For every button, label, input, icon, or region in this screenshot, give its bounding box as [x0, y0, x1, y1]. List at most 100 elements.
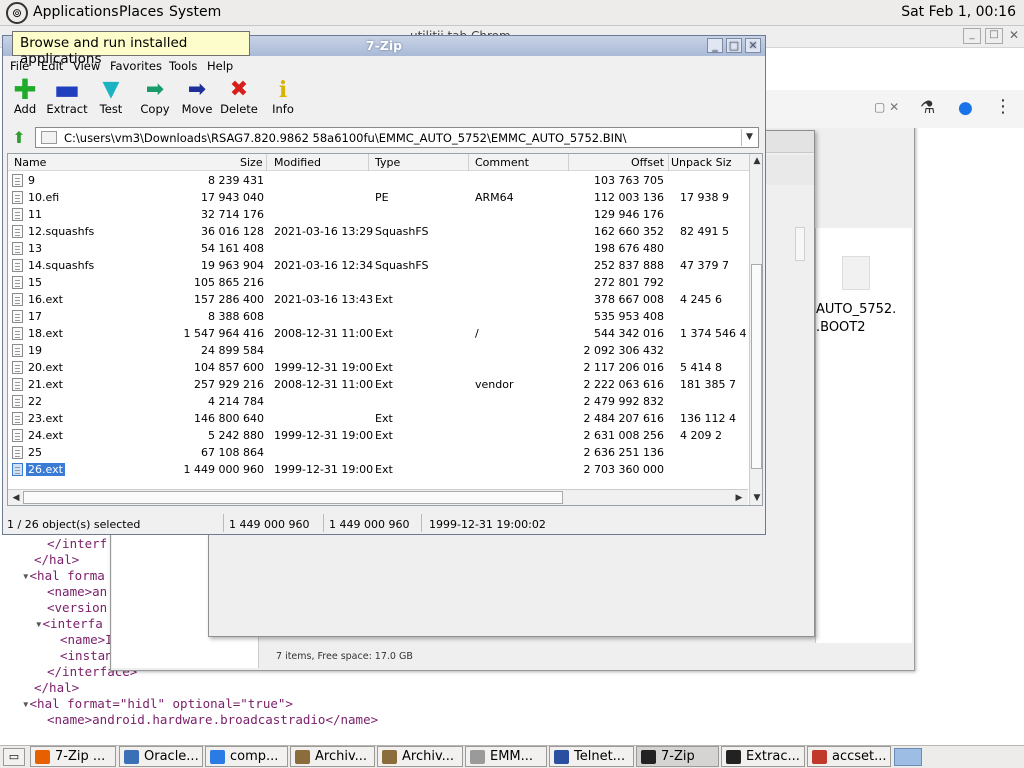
menu-favorites[interactable]: Favorites: [110, 59, 162, 73]
add-button[interactable]: ✚ Add: [3, 76, 47, 122]
horizontal-scroll-thumb[interactable]: [23, 491, 563, 504]
col-offset[interactable]: Offset: [631, 156, 664, 169]
profile-icon[interactable]: ●: [958, 98, 973, 118]
extract-button[interactable]: ▬ Extract: [45, 76, 89, 122]
taskbar-button[interactable]: EMM...: [465, 746, 547, 767]
cell-type: Ext: [375, 429, 393, 442]
cell-offset: 2 117 206 016: [583, 361, 664, 374]
cell-name: 26.ext: [26, 463, 65, 476]
table-row[interactable]: 11 32 714 176 129 946 176: [8, 206, 748, 223]
collapse-triangle-icon[interactable]: ▾: [22, 696, 30, 711]
cell-size: 104 857 600: [194, 361, 264, 374]
vertical-scroll-thumb[interactable]: [751, 264, 762, 469]
xml-text: <hal forma: [29, 568, 105, 583]
table-row[interactable]: 24.ext 5 242 880 1999-12-31 19:00 Ext 2 631 …: [8, 427, 748, 444]
show-desktop-icon[interactable]: ▭: [3, 748, 25, 766]
taskbar-button[interactable]: 7-Zip ...: [30, 746, 116, 767]
chevron-down-icon[interactable]: ▼: [741, 129, 757, 146]
table-row[interactable]: 22 4 214 784 2 479 992 832: [8, 393, 748, 410]
status-bar: 1 / 26 object(s) selected 1 449 000 960 …: [3, 512, 765, 534]
cell-name: 25: [28, 446, 42, 459]
7zip-icon: [726, 750, 741, 764]
table-row[interactable]: 26.ext 1 449 000 960 1999-12-31 19:00 Ext 2 …: [8, 461, 748, 478]
collapse-triangle-icon[interactable]: ▾: [35, 616, 43, 631]
file-label[interactable]: AUTO_5752.: [816, 302, 896, 317]
flask-icon[interactable]: ⚗: [920, 98, 935, 118]
file-list[interactable]: Name Size Modified Type Comment Offset U…: [7, 153, 763, 506]
clock[interactable]: Sat Feb 1, 00:16: [901, 4, 1016, 20]
file-label[interactable]: .BOOT2: [816, 320, 866, 335]
cell-type: Ext: [375, 378, 393, 391]
maximize-icon[interactable]: □: [726, 38, 742, 53]
col-size[interactable]: Size: [240, 156, 263, 169]
taskbar-button[interactable]: Archiv...: [290, 746, 375, 767]
path-combobox[interactable]: C:\users\vm3\Downloads\RSAG7.820.9862 58…: [35, 127, 759, 148]
taskbar-button[interactable]: Archiv...: [377, 746, 463, 767]
scroll-up-icon[interactable]: ▲: [750, 154, 762, 168]
bg-minimize-icon[interactable]: _: [963, 28, 981, 44]
taskbar-button[interactable]: Oracle...: [119, 746, 203, 767]
col-name[interactable]: Name: [14, 156, 46, 169]
table-row[interactable]: 9 8 239 431 103 763 705: [8, 172, 748, 189]
table-row[interactable]: 10.efi 17 943 040 PE ARM64 112 003 136 17 938…: [8, 189, 748, 206]
menu-applications[interactable]: Applications: [33, 4, 119, 20]
menu-places[interactable]: Places: [119, 4, 164, 20]
scroll-down-icon[interactable]: ▼: [750, 491, 762, 505]
cell-offset: 2 636 251 136: [583, 446, 664, 459]
file-icon: [12, 327, 23, 340]
xml-text: <name>I: [60, 632, 113, 647]
bg-close-icon[interactable]: ✕: [1006, 28, 1022, 44]
minimize-icon[interactable]: _: [707, 38, 723, 53]
cell-type: Ext: [375, 327, 393, 340]
menu-tools[interactable]: Tools: [169, 59, 197, 73]
col-unpack-size[interactable]: Unpack Siz: [671, 156, 731, 169]
table-row[interactable]: 17 8 388 608 535 953 408: [8, 308, 748, 325]
archive-icon: [295, 750, 310, 764]
table-row[interactable]: 25 67 108 864 2 636 251 136: [8, 444, 748, 461]
more-menu-icon[interactable]: ⋮: [994, 96, 1012, 117]
table-row[interactable]: 14.squashfs 19 963 904 2021-03-16 12:34 Squ…: [8, 257, 748, 274]
menu-help[interactable]: Help: [207, 59, 233, 73]
scroll-left-icon[interactable]: ◀: [9, 491, 23, 505]
collapse-triangle-icon[interactable]: ▾: [22, 568, 30, 583]
gnome-foot-icon[interactable]: ⊚: [6, 2, 28, 24]
cell-size: 105 865 216: [194, 276, 264, 289]
taskbar-button[interactable]: 7-Zip: [636, 746, 719, 767]
status-packed-size: 1 449 000 960: [329, 518, 410, 531]
file-icon: [12, 344, 23, 357]
table-row[interactable]: 19 24 899 584 2 092 306 432: [8, 342, 748, 359]
table-row[interactable]: 13 54 161 408 198 676 480: [8, 240, 748, 257]
info-button[interactable]: i Info: [261, 78, 305, 122]
table-row[interactable]: 23.ext 146 800 640 Ext 2 484 207 616 136 112…: [8, 410, 748, 427]
taskbar-button[interactable]: Extrac...: [721, 746, 805, 767]
chrome-icon: [210, 750, 225, 764]
firefox-icon: [35, 750, 50, 764]
table-row[interactable]: 12.squashfs 36 016 128 2021-03-16 13:29 Squ…: [8, 223, 748, 240]
taskbar-button[interactable]: accset...: [807, 746, 891, 767]
table-row[interactable]: 16.ext 157 286 400 2021-03-16 13:43 Ext 378 …: [8, 291, 748, 308]
workspace-switcher[interactable]: [894, 748, 922, 766]
table-row[interactable]: 15 105 865 216 272 801 792: [8, 274, 748, 291]
cell-modified: 1999-12-31 19:00: [274, 429, 374, 442]
bg-maximize-icon[interactable]: □: [985, 28, 1003, 44]
test-button[interactable]: ▼ Test: [89, 78, 133, 122]
col-comment[interactable]: Comment: [475, 156, 529, 169]
scroll-right-icon[interactable]: ▶: [732, 491, 746, 505]
table-row[interactable]: 21.ext 257 929 216 2008-12-31 11:00 Ext vend…: [8, 376, 748, 393]
bg-window-buttons[interactable]: ▢ ✕: [874, 100, 914, 118]
taskbar-button[interactable]: Telnet...: [549, 746, 634, 767]
cell-size: 54 161 408: [201, 242, 264, 255]
close-icon[interactable]: ✕: [745, 38, 761, 53]
double-arrow-icon: ➡: [145, 77, 165, 102]
col-modified[interactable]: Modified: [274, 156, 321, 169]
move-button[interactable]: ➡ Move: [175, 78, 219, 122]
7zip-icon: [641, 750, 656, 764]
menu-system[interactable]: System: [169, 4, 221, 20]
table-row[interactable]: 18.ext 1 547 964 416 2008-12-31 11:00 Ext / 5…: [8, 325, 748, 342]
copy-button[interactable]: ➡ Copy: [133, 78, 177, 122]
col-type[interactable]: Type: [375, 156, 400, 169]
up-folder-button[interactable]: ⬆: [7, 128, 31, 148]
delete-button[interactable]: ✖ Delete: [217, 78, 261, 122]
taskbar-button[interactable]: comp...: [205, 746, 288, 767]
table-row[interactable]: 20.ext 104 857 600 1999-12-31 19:00 Ext 2 11…: [8, 359, 748, 376]
